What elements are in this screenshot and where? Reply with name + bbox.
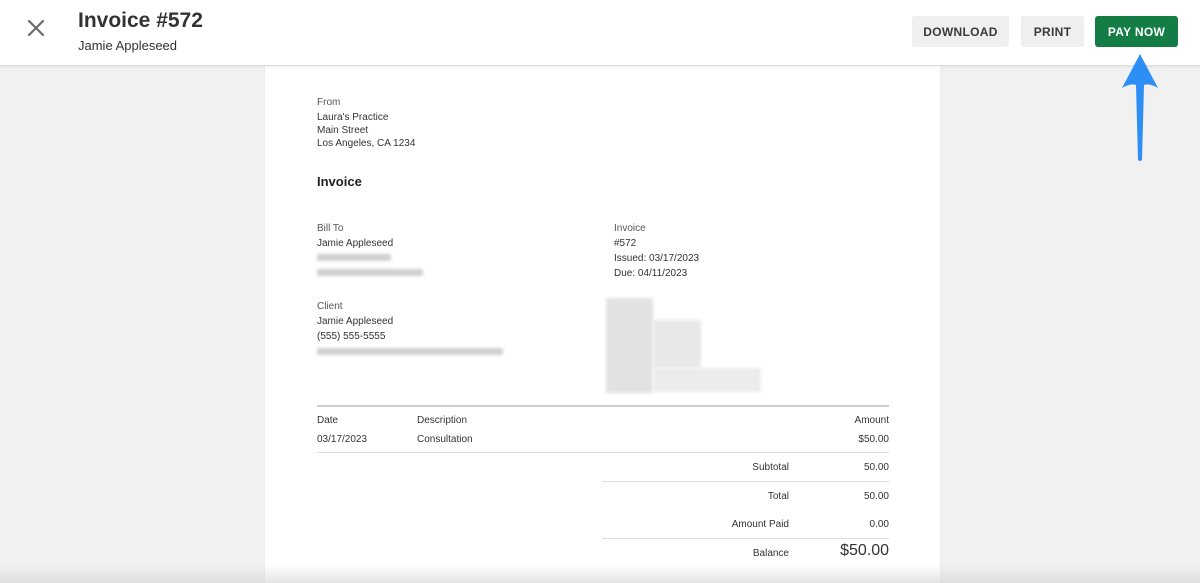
- table-top-divider: [317, 405, 889, 407]
- page-subtitle: Jamie Appleseed: [78, 38, 178, 53]
- client-phone: (555) 555-5555: [317, 331, 386, 342]
- amount-paid-label: Amount Paid: [731, 519, 789, 530]
- client-label: Client: [317, 301, 343, 312]
- redacted-image: [653, 368, 761, 392]
- header-bar: Invoice #572 Jamie Appleseed DOWNLOAD PR…: [0, 0, 1200, 66]
- bill-to-label: Bill To: [317, 223, 344, 234]
- annotation-arrow-icon: [1122, 54, 1158, 161]
- download-button[interactable]: DOWNLOAD: [912, 16, 1009, 47]
- client-name: Jamie Appleseed: [317, 316, 394, 327]
- page-title: Invoice #572: [78, 9, 203, 32]
- column-header-date: Date: [317, 415, 339, 426]
- column-header-description: Description: [417, 415, 468, 426]
- amount-paid-value: 0.00: [869, 519, 889, 530]
- invoice-document: From Laura's Practice Main Street Los An…: [265, 66, 940, 583]
- print-button[interactable]: PRINT: [1021, 16, 1084, 47]
- table-cell-date: 03/17/2023: [317, 434, 368, 445]
- redacted-email: [317, 348, 503, 355]
- issued-date: Issued: 03/17/2023: [614, 253, 700, 264]
- from-line: Los Angeles, CA 1234: [317, 138, 416, 149]
- subtotal-label: Subtotal: [752, 462, 789, 473]
- redacted-address-line: [317, 269, 423, 276]
- redacted-image: [606, 298, 653, 393]
- due-date: Due: 04/11/2023: [614, 268, 688, 279]
- totals-divider: [602, 538, 889, 539]
- invoice-heading: Invoice: [317, 174, 362, 189]
- subtotal-value: 50.00: [863, 462, 889, 473]
- redacted-image: [653, 320, 701, 368]
- column-header-amount: Amount: [854, 415, 889, 426]
- redacted-address-line: [317, 254, 391, 261]
- from-label: From: [317, 97, 341, 108]
- totals-divider: [602, 481, 889, 482]
- total-label: Total: [767, 491, 789, 502]
- bottom-fade: [0, 565, 1200, 583]
- table-cell-description: Consultation: [417, 434, 473, 445]
- pay-now-button[interactable]: PAY NOW: [1095, 16, 1178, 47]
- from-line: Main Street: [317, 125, 369, 136]
- total-value: 50.00: [863, 491, 889, 502]
- close-button[interactable]: [24, 16, 48, 40]
- close-icon: [27, 19, 45, 37]
- from-line: Laura's Practice: [317, 112, 389, 123]
- bill-to-name: Jamie Appleseed: [317, 238, 394, 249]
- table-row-divider: [317, 452, 889, 453]
- invoice-number: #572: [614, 238, 637, 249]
- table-cell-amount: $50.00: [858, 434, 889, 445]
- balance-value: $50.00: [840, 542, 889, 559]
- invoice-label: Invoice: [614, 223, 646, 234]
